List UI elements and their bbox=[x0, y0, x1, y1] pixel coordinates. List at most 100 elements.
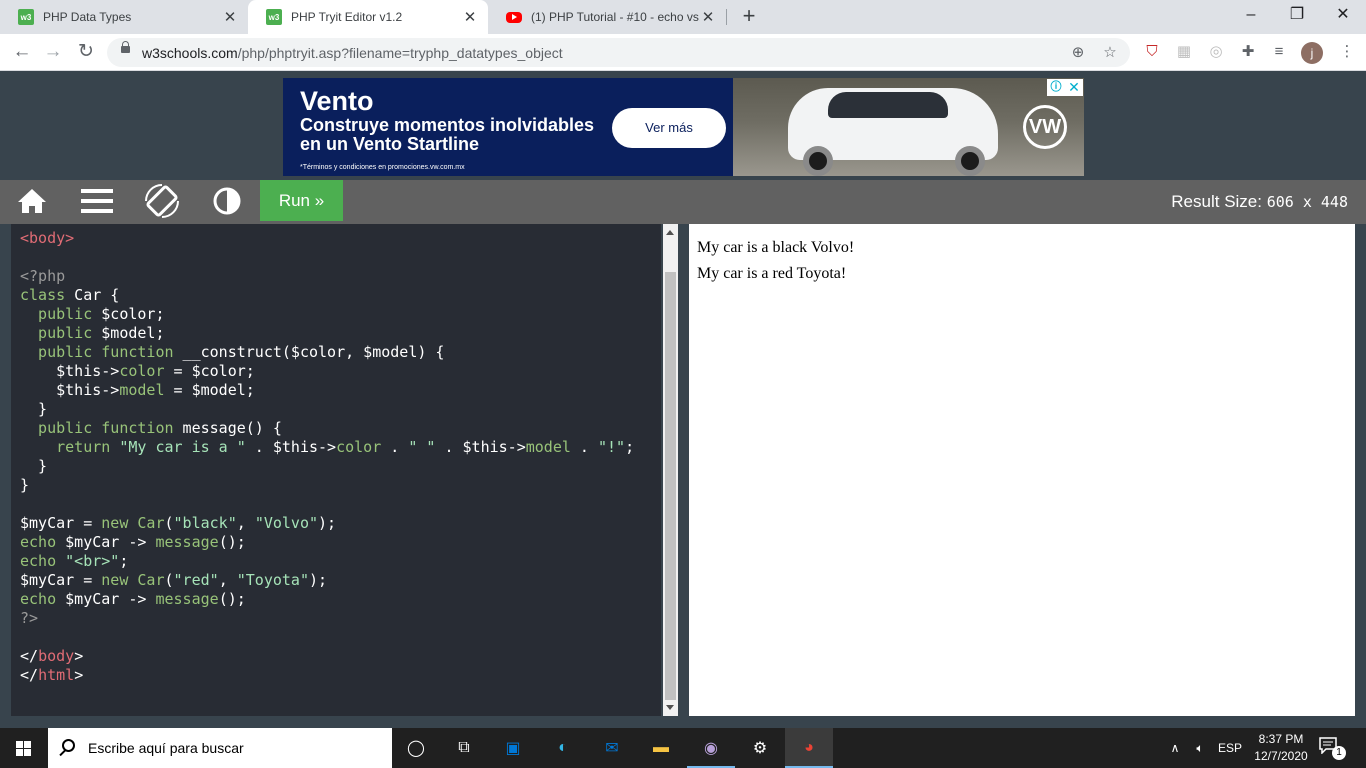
chrome-menu-icon[interactable]: ⋮ bbox=[1337, 42, 1357, 62]
rotate-layout-button[interactable] bbox=[130, 180, 194, 224]
mail-envelope-icon: ✉ bbox=[605, 740, 619, 757]
close-tab-icon[interactable]: ✕ bbox=[462, 8, 478, 26]
code-token: "red" bbox=[173, 571, 219, 589]
media-queue-icon[interactable]: ≡ bbox=[1269, 42, 1289, 62]
chrome-app[interactable]: ◕ bbox=[785, 728, 833, 768]
code-line: $this->color = $color; bbox=[20, 362, 634, 381]
tab-php-tryit-editor[interactable]: w3 PHP Tryit Editor v1.2 ✕ bbox=[248, 0, 488, 34]
restore-button[interactable]: ❐ bbox=[1274, 0, 1320, 34]
settings-app[interactable]: ⚙ bbox=[736, 728, 784, 768]
code-line: class Car { bbox=[20, 286, 634, 305]
code-token: ; bbox=[119, 552, 129, 570]
ad-cta-button[interactable]: Ver más bbox=[612, 108, 726, 148]
address-bar[interactable]: w3schools.com/php/phptryit.asp?filename=… bbox=[107, 38, 1130, 67]
file-explorer-app[interactable]: ▬ bbox=[637, 728, 685, 768]
run-button[interactable]: Run » bbox=[260, 180, 343, 221]
store-app[interactable]: ▣ bbox=[489, 728, 537, 768]
result-size-label: Result Size: bbox=[1171, 192, 1262, 211]
tab-separator bbox=[726, 9, 727, 25]
lock-icon[interactable] bbox=[121, 41, 130, 53]
profile-avatar[interactable]: j bbox=[1301, 42, 1323, 64]
code-token: $myCar -> bbox=[56, 533, 156, 551]
theme-toggle-button[interactable] bbox=[195, 180, 259, 224]
scroll-down-arrow-icon[interactable] bbox=[666, 705, 674, 710]
code-line: } bbox=[20, 457, 634, 476]
edge-app[interactable]: ◐ bbox=[539, 728, 587, 768]
code-token: </ bbox=[20, 647, 39, 665]
task-view-button[interactable]: ⧉ bbox=[440, 728, 488, 768]
home-icon bbox=[18, 189, 46, 213]
taskbar-clock[interactable]: 8:37 PM 12/7/2020 bbox=[1250, 731, 1312, 765]
code-scrollbar[interactable] bbox=[663, 224, 678, 716]
extension-grid-icon[interactable]: ▦ bbox=[1174, 42, 1194, 62]
code-token: "Volvo" bbox=[254, 514, 319, 532]
code-token: . bbox=[381, 438, 409, 456]
scrollbar-thumb[interactable] bbox=[665, 272, 676, 700]
zoom-icon[interactable]: ⊕ bbox=[1068, 43, 1088, 63]
code-token: class bbox=[20, 286, 66, 304]
code-token: model bbox=[119, 381, 165, 399]
forward-button[interactable]: → bbox=[40, 39, 66, 65]
gear-icon: ⚙ bbox=[752, 740, 768, 757]
clock-time: 8:37 PM bbox=[1258, 732, 1304, 746]
code-token: $model; bbox=[92, 324, 165, 342]
tab-title: (1) PHP Tutorial - #10 - echo vs. p bbox=[531, 10, 700, 24]
minimize-button[interactable]: – bbox=[1228, 0, 1274, 34]
url-text[interactable]: w3schools.com/php/phptryit.asp?filename=… bbox=[142, 45, 563, 61]
extension-circle-icon[interactable]: ◎ bbox=[1206, 42, 1226, 62]
ad-headline-line2: en un Vento Startline bbox=[300, 134, 480, 154]
extensions-puzzle-icon[interactable]: ✚ bbox=[1238, 42, 1258, 62]
tor-browser-app[interactable]: ◉ bbox=[687, 728, 735, 768]
code-token: ( bbox=[164, 514, 174, 532]
code-line: public $model; bbox=[20, 324, 634, 343]
chevron-up-icon: ∧ bbox=[1170, 741, 1180, 755]
ad-brand: Vento bbox=[300, 86, 374, 116]
scroll-up-arrow-icon[interactable] bbox=[666, 230, 674, 235]
show-hidden-icons-button[interactable]: ∧ bbox=[1166, 728, 1184, 768]
home-button[interactable] bbox=[0, 180, 64, 224]
input-language-button[interactable]: ESP bbox=[1214, 728, 1246, 768]
car-front-wheel bbox=[803, 146, 833, 176]
tab-youtube-php-tutorial[interactable]: (1) PHP Tutorial - #10 - echo vs. p ✕ bbox=[488, 0, 726, 34]
code-token: echo bbox=[20, 533, 57, 551]
code-line: <body> bbox=[20, 229, 634, 248]
bookmark-star-icon[interactable]: ☆ bbox=[1100, 43, 1120, 63]
code-token: public function bbox=[20, 343, 174, 361]
code-token: <html> bbox=[20, 224, 74, 228]
ad-close-icon[interactable]: ✕ bbox=[1065, 79, 1083, 96]
volume-button[interactable]: 🔈︎ bbox=[1188, 728, 1212, 768]
code-token: , bbox=[218, 571, 237, 589]
code-token: </ bbox=[20, 666, 39, 684]
code-token: ); bbox=[318, 514, 337, 532]
mail-app[interactable]: ✉ bbox=[588, 728, 636, 768]
code-line: </html> bbox=[20, 666, 634, 685]
code-token: } bbox=[20, 476, 30, 494]
start-button[interactable] bbox=[0, 728, 48, 768]
code-token: (); bbox=[218, 590, 246, 608]
ad-info-icon[interactable]: ⓘ bbox=[1047, 79, 1065, 96]
code-token: public function bbox=[20, 419, 174, 437]
new-tab-button[interactable]: + bbox=[737, 5, 761, 29]
folder-icon: ▬ bbox=[653, 739, 669, 756]
back-button[interactable]: ← bbox=[9, 39, 35, 65]
vento-ad-banner[interactable]: Vento Construye momentos inolvidables en… bbox=[283, 78, 1084, 176]
reload-button[interactable]: ↻ bbox=[73, 39, 99, 65]
w3schools-favicon-icon: w3 bbox=[266, 9, 282, 25]
close-window-button[interactable]: ✕ bbox=[1320, 0, 1366, 34]
cortana-button[interactable]: ◯ bbox=[392, 728, 440, 768]
extension-shield-icon[interactable]: ⛉ bbox=[1142, 42, 1162, 62]
windows-logo-icon bbox=[16, 741, 31, 756]
code-token: (); bbox=[218, 533, 246, 551]
notification-badge: 1 bbox=[1332, 746, 1346, 760]
action-center-button[interactable]: 1 bbox=[1318, 736, 1348, 760]
code-token: new bbox=[101, 514, 129, 532]
code-editor[interactable]: <html><body> <?phpclass Car { public $col… bbox=[11, 224, 661, 716]
menu-button[interactable] bbox=[65, 180, 129, 224]
tab-php-data-types[interactable]: w3 PHP Data Types ✕ bbox=[0, 0, 248, 34]
close-tab-icon[interactable]: ✕ bbox=[222, 8, 238, 26]
close-tab-icon[interactable]: ✕ bbox=[700, 8, 716, 26]
cortana-circle-icon: ◯ bbox=[407, 740, 425, 757]
taskbar-search-box[interactable]: Escribe aquí para buscar bbox=[48, 728, 392, 768]
code-token: ?> bbox=[20, 609, 39, 627]
